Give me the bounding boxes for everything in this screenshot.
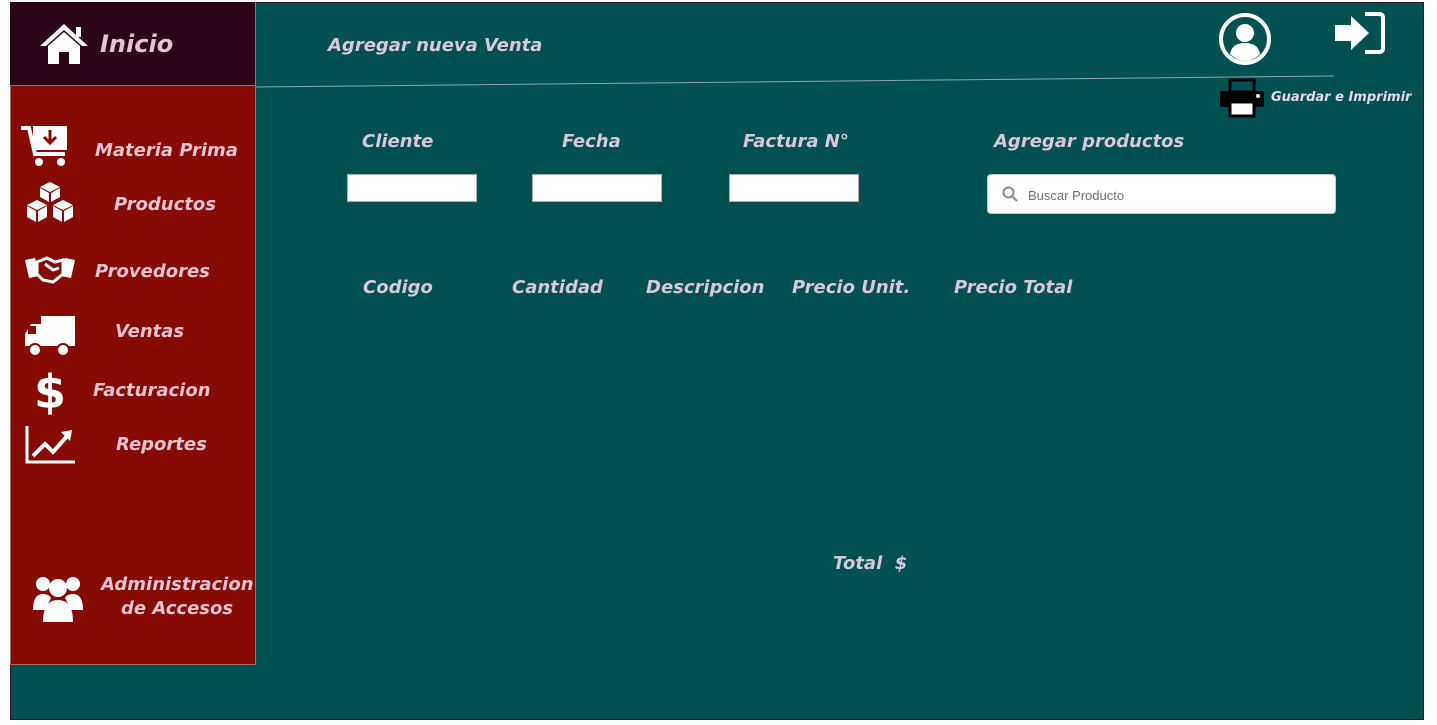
- save-print-label[interactable]: Guardar e Imprimir: [1271, 90, 1411, 105]
- sidebar-item-label: Ventas: [115, 321, 185, 342]
- sidebar: Materia Prima Productos Provedores Venta…: [10, 85, 256, 665]
- handshake-icon: [23, 250, 77, 294]
- sidebar-item-label: Administracion: [101, 574, 254, 595]
- total-label: Total $: [833, 553, 908, 574]
- users-icon: [31, 572, 85, 628]
- cliente-label: Cliente: [362, 131, 434, 152]
- truck-icon: [23, 314, 77, 362]
- sidebar-item-label: Provedores: [95, 261, 210, 282]
- sidebar-item-label: de Accesos: [121, 598, 234, 619]
- column-header-descripcion: Descripcion: [646, 277, 765, 298]
- fecha-label: Fecha: [562, 131, 621, 152]
- fecha-input[interactable]: [532, 174, 662, 202]
- sidebar-item-facturacion[interactable]: $ Facturacion: [11, 365, 255, 419]
- sidebar-item-label: Materia Prima: [95, 140, 238, 161]
- column-header-precio-total: Precio Total: [954, 277, 1073, 298]
- home-icon: [38, 22, 90, 70]
- dollar-icon: $: [33, 365, 67, 420]
- page-title: Agregar nueva Venta: [328, 35, 543, 56]
- sidebar-item-label: Facturacion: [93, 380, 211, 401]
- agregar-productos-label: Agregar productos: [994, 131, 1185, 152]
- sidebar-item-productos[interactable]: Productos: [11, 178, 255, 226]
- sidebar-item-reportes[interactable]: Reportes: [11, 424, 255, 472]
- column-header-cantidad: Cantidad: [512, 277, 603, 298]
- column-header-precio-unit: Precio Unit.: [792, 277, 911, 298]
- search-product-box[interactable]: [987, 174, 1336, 214]
- search-icon: [1002, 186, 1018, 206]
- sidebar-item-materia-prima[interactable]: Materia Prima: [11, 122, 255, 170]
- cart-download-icon: [19, 122, 73, 172]
- logout-icon[interactable]: [1333, 10, 1387, 60]
- factura-input[interactable]: [729, 174, 859, 202]
- sidebar-item-label: Productos: [114, 194, 216, 215]
- chart-line-icon: [25, 424, 77, 470]
- cliente-input[interactable]: [347, 174, 477, 202]
- home-label: Inicio: [100, 30, 174, 58]
- sidebar-item-administracion[interactable]: Administracion de Accesos: [11, 570, 255, 630]
- search-input[interactable]: [1026, 183, 1330, 207]
- column-header-codigo: Codigo: [363, 277, 433, 298]
- boxes-icon: [23, 180, 77, 228]
- user-profile-icon[interactable]: [1218, 12, 1272, 70]
- svg-text:$: $: [34, 366, 66, 416]
- home-button[interactable]: Inicio: [10, 2, 256, 85]
- sidebar-item-ventas[interactable]: Ventas: [11, 314, 255, 362]
- sidebar-item-provedores[interactable]: Provedores: [11, 246, 255, 294]
- factura-label: Factura N°: [743, 131, 849, 152]
- header-divider: [256, 75, 1335, 88]
- sidebar-item-label: Reportes: [116, 434, 207, 455]
- printer-icon[interactable]: [1218, 78, 1266, 122]
